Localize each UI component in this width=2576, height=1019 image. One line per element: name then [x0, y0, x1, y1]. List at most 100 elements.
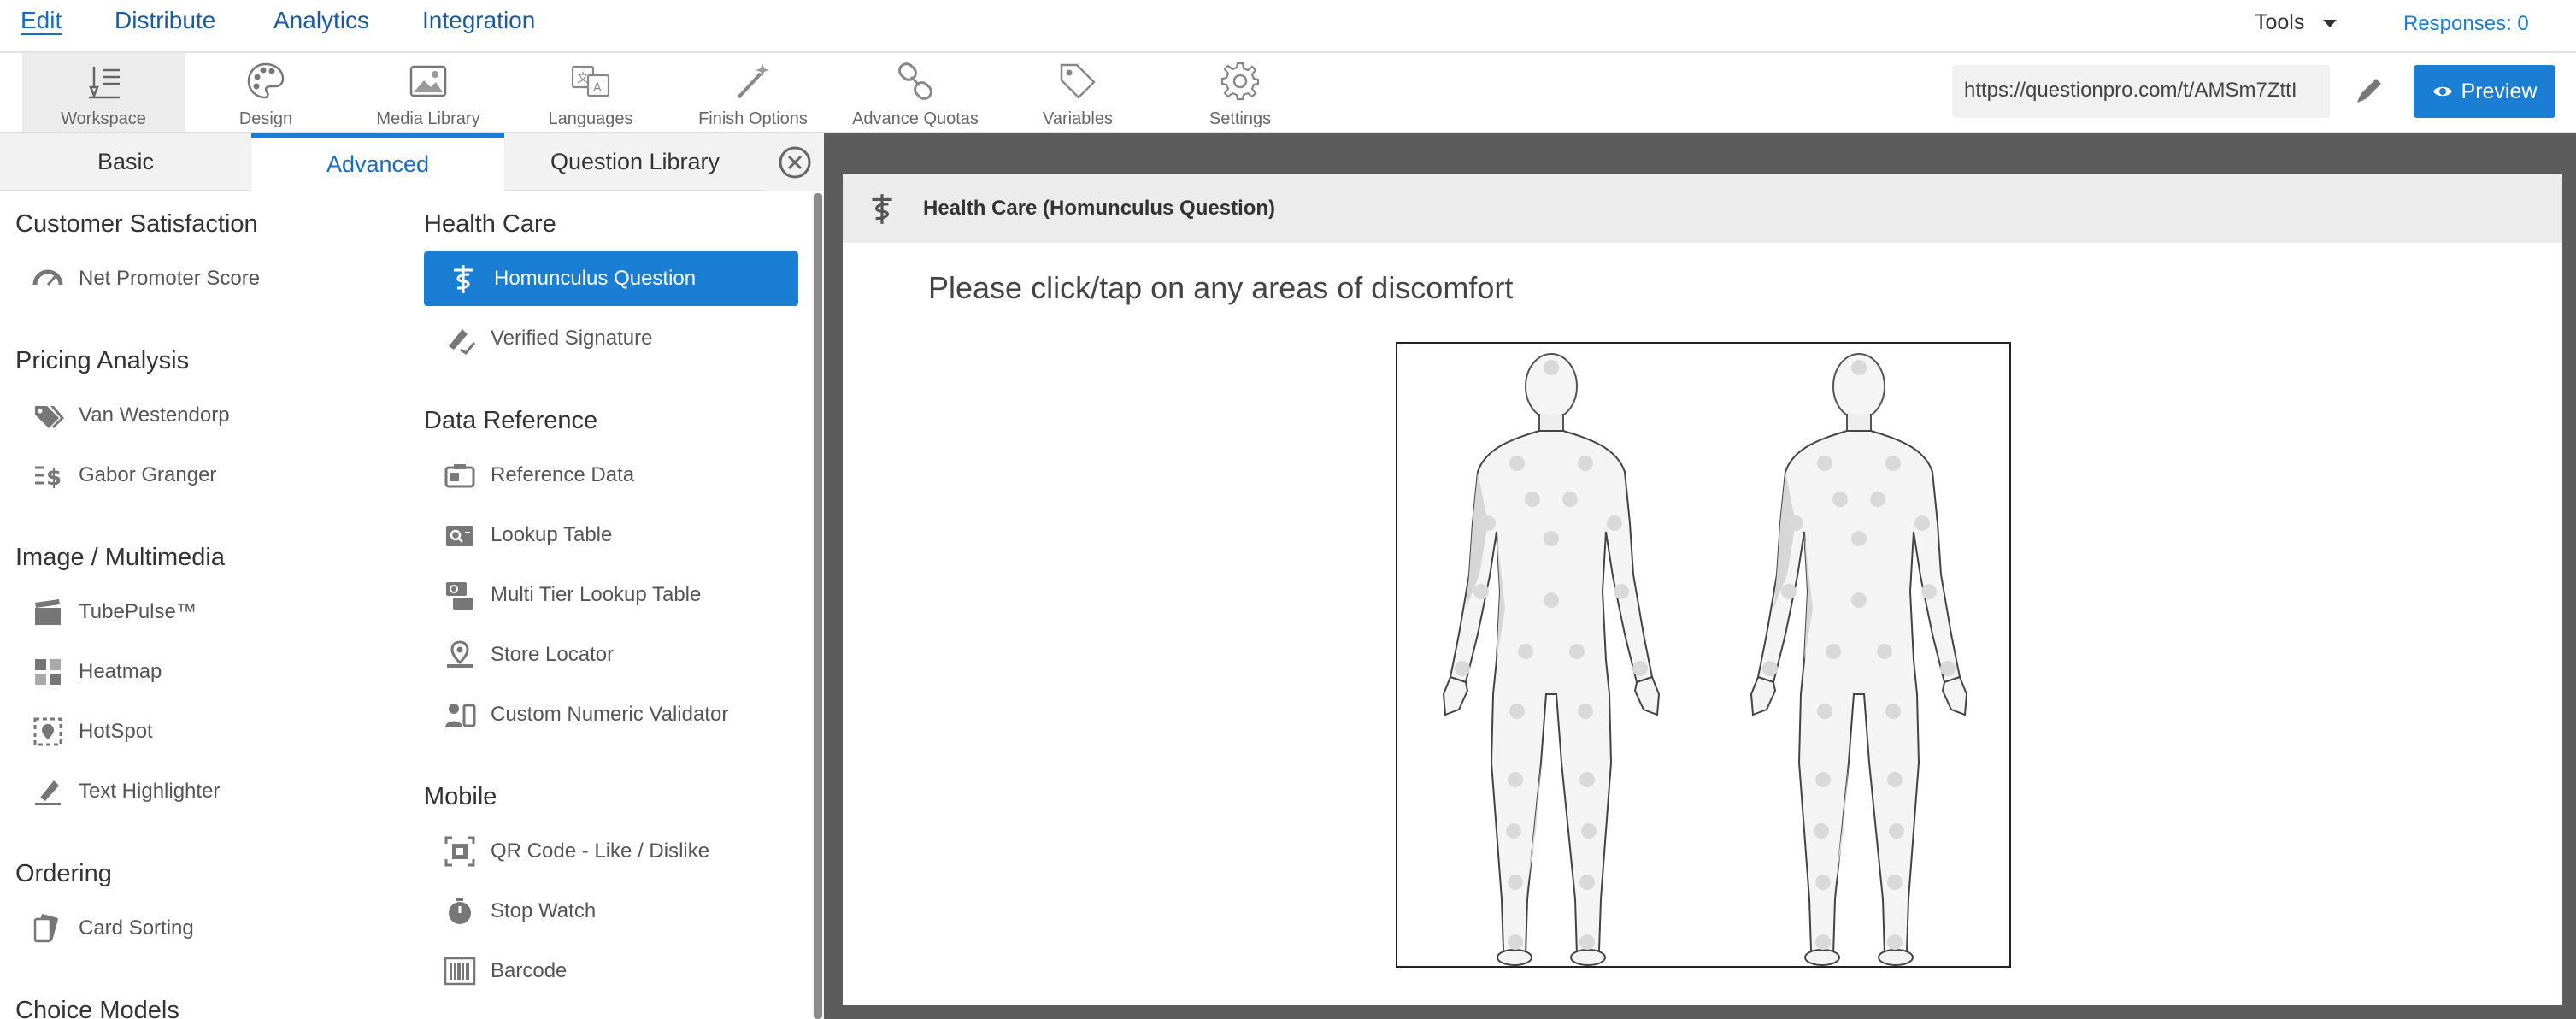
- preview-label: Preview: [2461, 79, 2538, 103]
- item-hotspot[interactable]: HotSpot: [31, 704, 390, 759]
- item-label: Multi Tier Lookup Table: [491, 583, 702, 606]
- gear-icon: [1220, 62, 1260, 101]
- item-stop-watch[interactable]: Stop Watch: [443, 884, 802, 939]
- question-types-panel: Basic Advanced Question Library Customer…: [0, 133, 824, 1019]
- tool-label: Media Library: [376, 109, 480, 128]
- homunculus-image[interactable]: [1396, 342, 2011, 968]
- tool-label: Languages: [548, 109, 633, 128]
- panel-scrollbar[interactable]: [814, 193, 822, 1019]
- question-header: Health Care (Homunculus Question): [843, 174, 2562, 243]
- tool-media-library[interactable]: Media Library: [347, 53, 509, 132]
- question-card[interactable]: Health Care (Homunculus Question) Please…: [843, 174, 2562, 1005]
- item-label: Van Westendorp: [79, 403, 230, 427]
- item-gabor-granger[interactable]: $ Gabor Granger: [31, 448, 390, 503]
- item-label: Net Promoter Score: [79, 267, 261, 290]
- section-customer-satisfaction: Customer Satisfaction: [15, 210, 258, 238]
- item-label: Stop Watch: [491, 899, 597, 922]
- toolbar: Workspace Design Media Library 文 A Langu…: [0, 53, 2576, 133]
- tab-basic[interactable]: Basic: [0, 133, 251, 191]
- tools-dropdown[interactable]: Tools: [2255, 10, 2338, 35]
- item-van-westendorp[interactable]: Van Westendorp: [31, 388, 390, 443]
- item-label: QR Code - Like / Dislike: [491, 839, 710, 863]
- close-icon[interactable]: [778, 145, 812, 180]
- translate-icon: 文 A: [571, 65, 610, 97]
- item-label: Heatmap: [79, 660, 162, 683]
- dollar-list-icon: $: [31, 458, 65, 492]
- tab-question-library[interactable]: Question Library: [504, 133, 766, 191]
- tool-design[interactable]: Design: [185, 53, 347, 132]
- tags-icon: [31, 398, 65, 433]
- tool-label: Workspace: [61, 109, 146, 128]
- nav-edit[interactable]: Edit: [21, 7, 62, 34]
- link-icon: [898, 62, 932, 100]
- item-label: Homunculus Question: [494, 267, 697, 290]
- section-health-care: Health Care: [424, 210, 556, 238]
- item-reference-data[interactable]: Reference Data: [443, 448, 802, 503]
- item-qr-code-like-dislike[interactable]: QR Code - Like / Dislike: [443, 824, 802, 879]
- item-label: Store Locator: [491, 643, 615, 666]
- item-label: Card Sorting: [79, 916, 194, 939]
- question-type-title: Health Care (Homunculus Question): [923, 197, 1276, 220]
- tool-label: Settings: [1209, 109, 1272, 128]
- tool-label: Advance Quotas: [852, 109, 979, 128]
- signature-icon: [443, 321, 477, 356]
- stopwatch-icon: [443, 894, 477, 928]
- svg-text:$: $: [46, 465, 62, 491]
- nav-analytics[interactable]: Analytics: [273, 7, 369, 34]
- item-store-locator[interactable]: Store Locator: [443, 627, 802, 682]
- item-verified-signature[interactable]: Verified Signature: [443, 311, 802, 366]
- responses-count[interactable]: Responses: 0: [2403, 12, 2529, 36]
- tool-label: Finish Options: [698, 109, 808, 128]
- item-heatmap[interactable]: Heatmap: [31, 645, 390, 699]
- tool-advance-quotas[interactable]: Advance Quotas: [834, 53, 997, 132]
- nav-distribute[interactable]: Distribute: [115, 7, 215, 34]
- nav-integration[interactable]: Integration: [422, 7, 535, 34]
- heatmap-icon: [31, 655, 65, 689]
- svg-text:A: A: [593, 81, 602, 95]
- item-text-highlighter[interactable]: Text Highlighter: [31, 764, 390, 819]
- question-text: Please click/tap on any areas of discomf…: [928, 270, 1514, 305]
- hotspot-icon: [31, 715, 65, 749]
- eye-icon: [2432, 86, 2452, 97]
- section-mobile: Mobile: [424, 783, 497, 810]
- section-pricing-analysis: Pricing Analysis: [15, 347, 190, 374]
- section-choice-models: Choice Models: [15, 997, 179, 1019]
- preview-button[interactable]: Preview: [2414, 65, 2555, 118]
- item-tubepulse[interactable]: TubePulse™: [31, 585, 390, 639]
- tool-settings[interactable]: Settings: [1159, 53, 1321, 132]
- item-label: Lookup Table: [491, 523, 613, 546]
- tool-languages[interactable]: 文 A Languages: [509, 53, 672, 132]
- reference-icon: [443, 458, 477, 492]
- caret-down-icon: [2323, 19, 2338, 27]
- survey-url-field[interactable]: https://questionpro.com/t/AMSm7ZttI: [1952, 65, 2330, 118]
- highlighter-icon: [31, 775, 65, 809]
- tool-finish-options[interactable]: Finish Options: [672, 53, 834, 132]
- magic-wand-icon: [737, 63, 769, 99]
- item-label: HotSpot: [79, 720, 153, 743]
- item-custom-numeric-validator[interactable]: Custom Numeric Validator: [443, 687, 802, 742]
- barcode-icon: [443, 954, 477, 988]
- item-card-sorting[interactable]: Card Sorting: [31, 901, 390, 956]
- palette-icon: [247, 62, 285, 99]
- item-label: Reference Data: [491, 463, 635, 486]
- item-barcode[interactable]: Barcode: [443, 944, 802, 998]
- item-label: Custom Numeric Validator: [491, 703, 729, 726]
- qr-icon: [443, 834, 477, 869]
- item-homunculus-question[interactable]: Homunculus Question: [424, 251, 798, 306]
- item-label: Text Highlighter: [79, 780, 221, 803]
- tool-variables[interactable]: Variables: [997, 53, 1159, 132]
- item-multi-tier-lookup-table[interactable]: Multi Tier Lookup Table: [443, 568, 802, 622]
- map-pin-icon: [443, 638, 477, 672]
- item-label: TubePulse™: [79, 600, 197, 623]
- gauge-icon: [31, 262, 65, 296]
- item-lookup-table[interactable]: Lookup Table: [443, 508, 802, 563]
- tool-workspace[interactable]: Workspace: [22, 53, 185, 132]
- item-label: Gabor Granger: [79, 463, 217, 486]
- cards-icon: [31, 911, 65, 945]
- item-net-promoter-score[interactable]: Net Promoter Score: [31, 251, 390, 306]
- tool-label: Design: [238, 109, 293, 128]
- edit-pencil-icon[interactable]: [2352, 72, 2388, 108]
- tool-label: Variables: [1043, 109, 1113, 128]
- caduceus-icon: [446, 262, 480, 296]
- tab-advanced[interactable]: Advanced: [251, 133, 504, 191]
